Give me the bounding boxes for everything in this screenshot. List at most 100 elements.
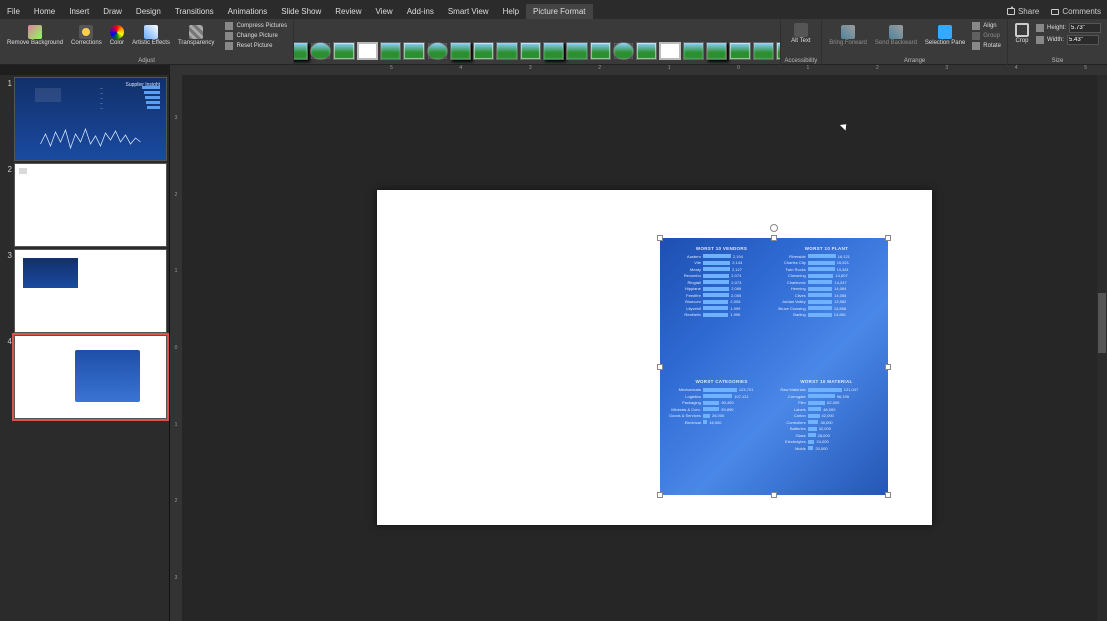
style-thumb[interactable] xyxy=(566,42,587,60)
rotate-button[interactable]: Rotate xyxy=(970,41,1003,51)
style-thumb[interactable] xyxy=(543,42,564,60)
group-button[interactable]: Group xyxy=(970,31,1003,41)
crop-button[interactable]: Crop xyxy=(1012,21,1032,47)
chart-row: Jordan Valley13,982 xyxy=(772,299,881,304)
artistic-button[interactable]: Artistic Effects xyxy=(129,23,173,49)
style-thumb[interactable] xyxy=(403,42,424,60)
rotate-handle[interactable] xyxy=(770,224,778,232)
corrections-button[interactable]: Corrections xyxy=(68,23,105,49)
resize-handle[interactable] xyxy=(657,235,663,241)
transparency-button[interactable]: Transparency xyxy=(175,23,217,49)
group-adjust: Remove Background Corrections Color Arti… xyxy=(0,19,294,65)
resize-handle[interactable] xyxy=(885,492,891,498)
slide[interactable]: WORST 10 VENDORSAustern2,194Vile2,144Mea… xyxy=(377,190,932,525)
tab-file[interactable]: File xyxy=(0,4,27,19)
chart-row: Carton42,000 xyxy=(772,413,881,418)
tab-review[interactable]: Review xyxy=(328,4,368,19)
selected-picture[interactable]: WORST 10 VENDORSAustern2,194Vile2,144Mea… xyxy=(660,238,888,495)
tab-smartview[interactable]: Smart View xyxy=(441,4,496,19)
resize-handle[interactable] xyxy=(771,235,777,241)
style-thumb[interactable] xyxy=(294,42,308,60)
tab-slideshow[interactable]: Slide Show xyxy=(274,4,328,19)
align-button[interactable]: Align xyxy=(970,21,1003,31)
color-button[interactable]: Color xyxy=(107,23,127,49)
alt-text-icon xyxy=(794,23,808,37)
comment-icon xyxy=(1051,9,1059,15)
style-thumb[interactable] xyxy=(636,42,657,60)
scrollbar-thumb[interactable] xyxy=(1098,293,1106,353)
comments-button[interactable]: Comments xyxy=(1045,7,1107,16)
chart-row: Controllers38,000 xyxy=(772,420,881,425)
height-input[interactable] xyxy=(1069,23,1101,33)
tab-addins[interactable]: Add-ins xyxy=(400,4,441,19)
corrections-icon xyxy=(79,25,93,39)
vertical-ruler: 3210123 xyxy=(170,75,182,621)
style-thumb[interactable] xyxy=(310,42,331,60)
style-thumb[interactable] xyxy=(613,42,634,60)
width-icon xyxy=(1036,36,1044,44)
tab-home[interactable]: Home xyxy=(27,4,62,19)
style-thumb[interactable] xyxy=(683,42,704,60)
thumb-slide-1[interactable]: Supplier Insight — — — — — xyxy=(14,77,167,161)
style-thumb[interactable] xyxy=(357,42,378,60)
resize-handle[interactable] xyxy=(657,364,663,370)
send-backward-button[interactable]: Send Backward xyxy=(872,23,920,49)
tab-design[interactable]: Design xyxy=(129,4,168,19)
thumb-slide-4[interactable] xyxy=(14,335,167,419)
width-row: Width: xyxy=(1034,35,1103,45)
reset-picture-button[interactable]: Reset Picture xyxy=(223,41,289,51)
compress-button[interactable]: Compress Pictures xyxy=(223,21,289,31)
tab-transitions[interactable]: Transitions xyxy=(168,4,221,19)
group-label: Arrange xyxy=(904,57,925,65)
tab-insert[interactable]: Insert xyxy=(62,4,96,19)
style-thumb[interactable] xyxy=(496,42,517,60)
bring-icon xyxy=(841,25,855,39)
vertical-scrollbar[interactable] xyxy=(1097,75,1107,621)
tab-view[interactable]: View xyxy=(369,4,400,19)
thumb-slide-3[interactable] xyxy=(14,249,167,333)
resize-handle[interactable] xyxy=(771,492,777,498)
alt-text-button[interactable]: Alt Text xyxy=(788,21,814,47)
remove-background-button[interactable]: Remove Background xyxy=(4,23,66,49)
tab-picture-format[interactable]: Picture Format xyxy=(526,4,592,19)
style-thumb[interactable] xyxy=(427,42,448,60)
color-icon xyxy=(110,25,124,39)
style-thumb[interactable] xyxy=(729,42,750,60)
chart-row: Feedfire2,055 xyxy=(667,293,776,298)
chart-row: Logistics107,121 xyxy=(667,394,776,399)
tab-help[interactable]: Help xyxy=(496,4,526,19)
style-thumb[interactable] xyxy=(450,42,471,60)
chart-row: Labels48,000 xyxy=(772,407,881,412)
slide-canvas[interactable]: WORST 10 VENDORSAustern2,194Vile2,144Mea… xyxy=(182,75,1107,621)
resize-handle[interactable] xyxy=(885,235,891,241)
style-thumb[interactable] xyxy=(520,42,541,60)
group-label: Adjust xyxy=(138,57,155,65)
height-icon xyxy=(1036,24,1044,32)
resize-handle[interactable] xyxy=(885,364,891,370)
chart-row: Minerals & Com.59,890 xyxy=(667,407,776,412)
chart-row: Henning14,064 xyxy=(772,286,881,291)
chart-row: Lilyveldt1,999 xyxy=(667,306,776,311)
chart-row: Mechanicals123,701 xyxy=(667,387,776,392)
chart-row: Goods & Services26,000 xyxy=(667,413,776,418)
tab-draw[interactable]: Draw xyxy=(96,4,129,19)
change-picture-button[interactable]: Change Picture xyxy=(223,31,289,41)
style-thumb[interactable] xyxy=(333,42,354,60)
resize-handle[interactable] xyxy=(657,492,663,498)
share-button[interactable]: Share xyxy=(1001,7,1045,16)
chart-row: Chewning14,807 xyxy=(772,273,881,278)
style-thumb[interactable] xyxy=(706,42,727,60)
style-thumb[interactable] xyxy=(659,42,680,60)
ribbon-tabs: File Home Insert Draw Design Transitions… xyxy=(0,4,1107,19)
bring-forward-button[interactable]: Bring Forward xyxy=(826,23,870,49)
tab-animations[interactable]: Animations xyxy=(221,4,275,19)
thumb-slide-2[interactable] xyxy=(14,163,167,247)
selection-pane-button[interactable]: Selection Pane xyxy=(922,23,968,49)
style-thumb[interactable] xyxy=(380,42,401,60)
style-thumb[interactable] xyxy=(473,42,494,60)
style-thumb[interactable] xyxy=(753,42,774,60)
style-thumb[interactable] xyxy=(590,42,611,60)
align-icon xyxy=(972,22,980,30)
width-input[interactable] xyxy=(1067,35,1099,45)
mouse-cursor xyxy=(842,122,849,132)
